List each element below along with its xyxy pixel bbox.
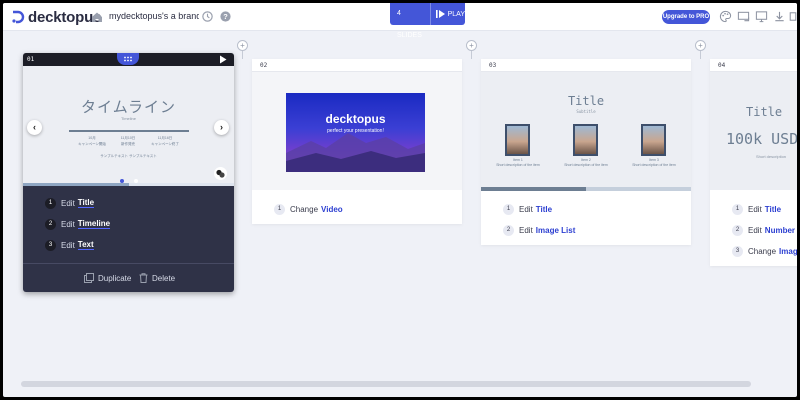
- screen-share-icon[interactable]: [737, 10, 750, 23]
- decktopus-logo-icon: [12, 10, 25, 24]
- add-slide-connector: [471, 51, 472, 59]
- video-logo-text: decktopus: [325, 112, 386, 126]
- svg-text:?: ?: [223, 12, 228, 21]
- add-slide-connector: [242, 51, 243, 59]
- number-description: Short description: [756, 154, 787, 159]
- slide-title: タイムライン: [81, 99, 176, 116]
- edit-text-action[interactable]: 3 Edit Text: [45, 239, 94, 251]
- edit-timeline-action[interactable]: 2 Edit Timeline: [45, 218, 111, 230]
- image-tile: [573, 124, 598, 156]
- edit-title-action[interactable]: 1 Edit Title: [45, 197, 95, 209]
- change-video-action[interactable]: 1 Change Video: [274, 203, 343, 215]
- timeline-item: 11月16日 キャンペーン終了: [151, 136, 179, 146]
- play-button[interactable]: PLAY: [431, 10, 465, 18]
- timeline-item: 11月10日 新作発売: [120, 136, 136, 146]
- slide-number: 02: [252, 59, 462, 72]
- image-tile: [641, 124, 666, 156]
- play-label: PLAY: [447, 10, 465, 18]
- slide-card-3[interactable]: 03 Title Subtitle Item 1 Short descriptio…: [481, 59, 691, 245]
- divider: [23, 263, 234, 264]
- next-layout-button[interactable]: ›: [214, 120, 229, 135]
- deck-title[interactable]: mydecktopus's a brand new: [109, 11, 199, 25]
- image-caption: Item 1 Short description of the item: [496, 158, 540, 167]
- delete-button[interactable]: Delete: [139, 273, 175, 283]
- slide-subtitle: Subtitle: [576, 109, 596, 114]
- slide-footer-text: サンプルテキスト サンプルテキスト: [100, 154, 157, 158]
- timeline-line: [69, 130, 189, 132]
- duplicate-icon: [84, 273, 94, 283]
- top-bar: decktopus mydecktopus's a brand new ? 4 …: [3, 3, 797, 39]
- add-slide-button[interactable]: +: [695, 40, 706, 51]
- timeline-item: 10月 キャンペーン開始: [78, 136, 106, 146]
- edit-title-action[interactable]: 1 Edit Title: [732, 203, 781, 215]
- slide-title: Title: [746, 105, 783, 119]
- slide-title: Title: [567, 94, 605, 108]
- add-slide-button[interactable]: +: [237, 40, 248, 51]
- slide-number: 04: [710, 59, 797, 72]
- download-icon[interactable]: [773, 10, 786, 23]
- image-caption: Item 2 Short description of the item: [564, 158, 608, 167]
- upgrade-button[interactable]: Upgrade to PRO: [662, 10, 710, 24]
- video-tagline: perfect your presentation!: [327, 128, 384, 134]
- slide-preview-2[interactable]: decktopus perfect your presentation!: [252, 72, 462, 190]
- number-value: 100k USD: [726, 130, 797, 148]
- edit-title-action[interactable]: 1 Edit Title: [503, 203, 552, 215]
- history-icon[interactable]: [201, 10, 214, 23]
- slide-card-2[interactable]: 02 decktopus perfect your presentation! …: [252, 59, 462, 224]
- trash-icon: [139, 273, 148, 283]
- slide-number: 03: [481, 59, 691, 72]
- prev-layout-button[interactable]: ‹: [27, 120, 42, 135]
- grid-icon: [124, 56, 132, 62]
- slide-progress: [481, 187, 691, 191]
- monitor-icon[interactable]: [755, 10, 768, 23]
- duplicate-button[interactable]: Duplicate: [84, 273, 131, 283]
- edit-image-list-action[interactable]: 2 Edit Image List: [503, 224, 575, 236]
- more-icon[interactable]: [789, 10, 797, 23]
- play-icon: [435, 10, 445, 18]
- add-slide-button[interactable]: +: [466, 40, 477, 51]
- color-theme-icon[interactable]: [214, 167, 227, 180]
- image-caption: Item 3 Short description of the item: [632, 158, 676, 167]
- app-window: decktopus mydecktopus's a brand new ? 4 …: [3, 3, 797, 397]
- slides-play-bar: 4 SLIDES PLAY: [390, 3, 465, 39]
- edit-number-action[interactable]: 2 Edit Number: [732, 224, 795, 236]
- slide-preview-1[interactable]: 01 タイムライン Timeline 10月 キャンペーン開始 11月10日 新…: [23, 53, 234, 185]
- slide-progress: [23, 183, 234, 186]
- slide-card-4[interactable]: 04 Title 100k USD Short description 1 Ed…: [710, 59, 797, 266]
- slide-subtitle: Timeline: [121, 116, 136, 121]
- slide-card-1[interactable]: 01 タイムライン Timeline 10月 キャンペーン開始 11月10日 新…: [23, 53, 234, 292]
- layout-grid-button[interactable]: [117, 53, 139, 65]
- video-thumbnail[interactable]: decktopus perfect your presentation!: [286, 93, 425, 172]
- home-icon[interactable]: [90, 10, 104, 24]
- add-slide-connector: [700, 51, 701, 59]
- palette-icon[interactable]: [719, 10, 732, 23]
- slide-number: 01: [27, 56, 35, 63]
- slides-count[interactable]: 4 SLIDES: [390, 3, 431, 39]
- play-slide-icon[interactable]: [219, 55, 227, 64]
- decktopus-logo[interactable]: decktopus: [11, 8, 101, 26]
- slide-preview-4[interactable]: Title 100k USD Short description: [710, 72, 797, 190]
- slide-header: 01: [23, 53, 234, 66]
- slide-preview-3[interactable]: Title Subtitle Item 1 Short description o…: [481, 72, 691, 190]
- horizontal-scrollbar[interactable]: [21, 381, 751, 387]
- help-icon[interactable]: ?: [219, 10, 232, 23]
- image-tile: [505, 124, 530, 156]
- change-image-action[interactable]: 3 ChangeImage: [732, 245, 797, 257]
